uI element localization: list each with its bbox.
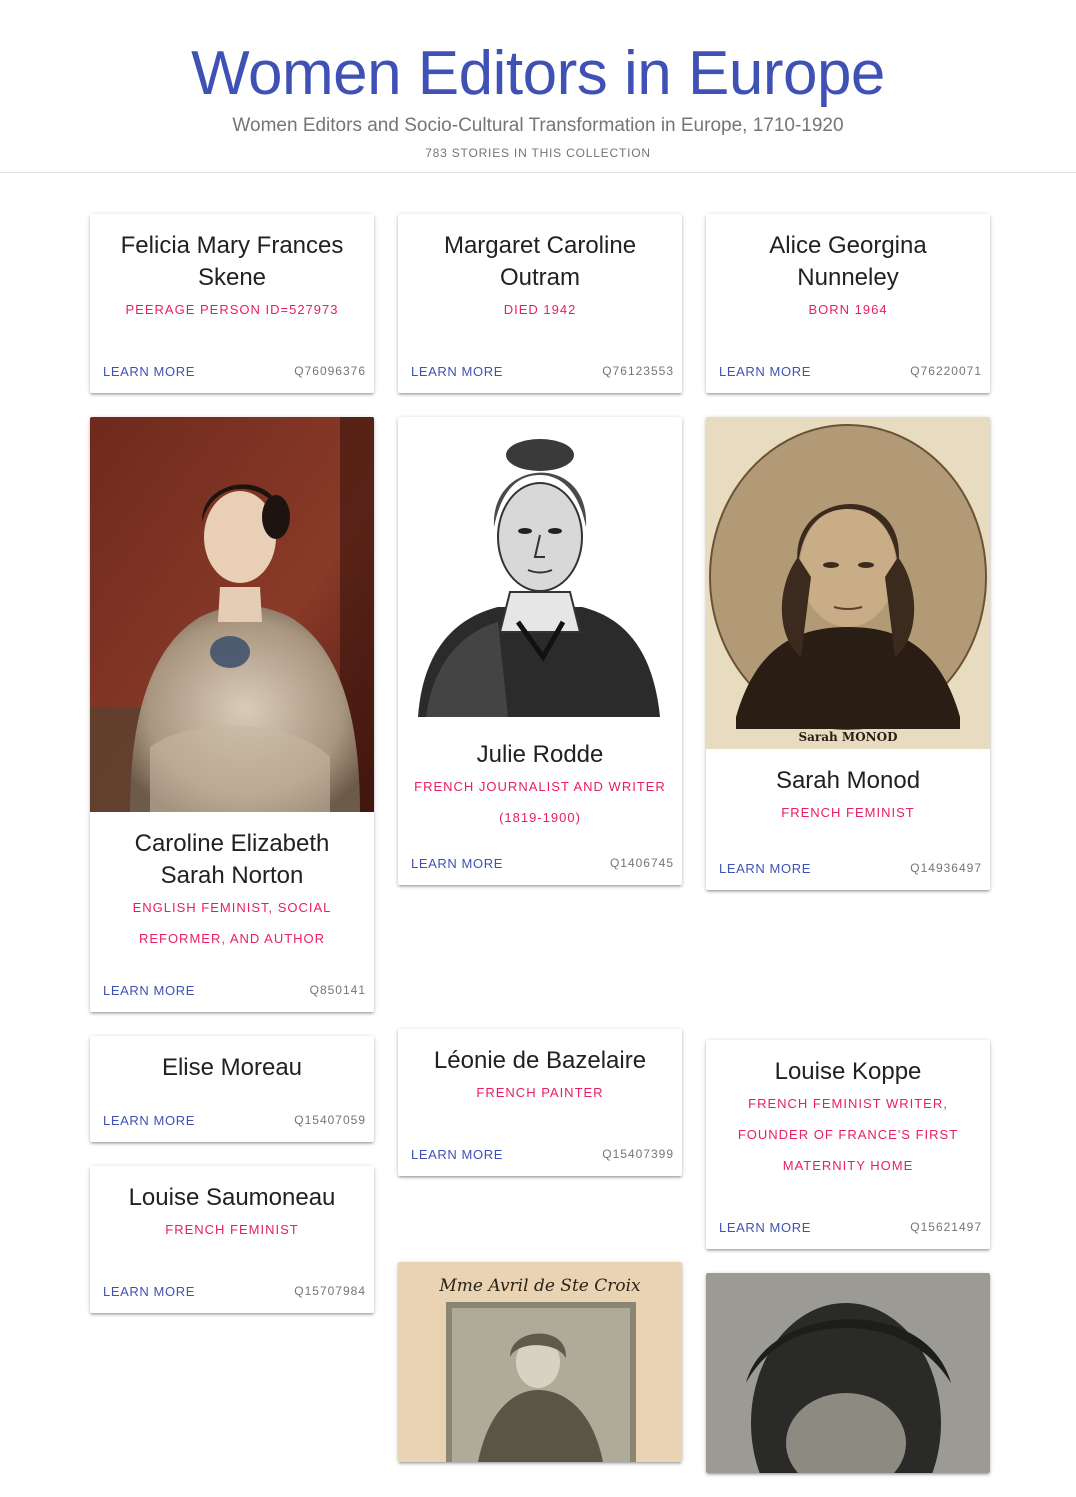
engraving-portrait — [398, 417, 682, 735]
monod-portrait-image — [706, 417, 990, 749]
card-title: Felicia Mary Frances Skene — [120, 232, 344, 291]
card-description: FRENCH FEMINIST WRITER, FOUNDER OF FRANC… — [737, 1096, 959, 1173]
card-description: PEERAGE PERSON ID=527973 — [125, 302, 339, 317]
wikidata-id: Q1406745 — [609, 856, 674, 870]
card-description: FRENCH FEMINIST — [781, 805, 915, 820]
story-card: Sarah MONOD Sarah Monod FRENCH FEMINIST … — [706, 417, 990, 890]
wikidata-id: Q850141 — [309, 983, 366, 997]
story-card: Louise Koppe FRENCH FEMINIST WRITER, FOU… — [706, 1040, 990, 1249]
learn-more-button[interactable]: LEARN MORE — [719, 861, 811, 876]
card-description: BORN 1964 — [808, 302, 888, 317]
page-header: Women Editors in Europe Women Editors an… — [0, 0, 1076, 173]
card-description: ENGLISH FEMINIST, SOCIAL REFORMER, AND A… — [132, 900, 332, 946]
learn-more-button[interactable]: LEARN MORE — [103, 1113, 195, 1128]
card-title: Louise Koppe — [774, 1058, 922, 1085]
story-card: Alice Georgina Nunneley BORN 1964 LEARN … — [706, 214, 990, 393]
card-title: Louise Saumoneau — [128, 1184, 336, 1211]
learn-more-button[interactable]: LEARN MORE — [103, 1284, 195, 1299]
learn-more-button[interactable]: LEARN MORE — [411, 1147, 503, 1162]
card-title: Margaret Caroline Outram — [443, 232, 637, 291]
story-card: Caroline Elizabeth Sarah Norton ENGLISH … — [90, 417, 374, 1012]
wikidata-id: Q14936497 — [910, 861, 982, 875]
story-count: 783 STORIES IN THIS COLLECTION — [425, 146, 651, 160]
card-title: Julie Rodde — [476, 741, 604, 768]
card-title: Elise Moreau — [161, 1054, 303, 1081]
learn-more-button[interactable]: LEARN MORE — [411, 364, 503, 379]
page-subtitle: Women Editors and Socio-Cultural Transfo… — [232, 115, 844, 136]
story-card: Julie Rodde FRENCH JOURNALIST AND WRITER… — [398, 417, 682, 885]
wikidata-id: Q15707984 — [294, 1284, 366, 1298]
story-card: Margaret Caroline Outram DIED 1942 LEARN… — [398, 214, 682, 393]
card-title: Léonie de Bazelaire — [433, 1047, 647, 1074]
wikidata-id: Q15407059 — [294, 1113, 366, 1127]
story-card: Felicia Mary Frances Skene PEERAGE PERSO… — [90, 214, 374, 393]
story-card: Mme Avril de Ste Croix — [398, 1262, 682, 1462]
card-title: Alice Georgina Nunneley — [769, 232, 927, 291]
column-2: Margaret Caroline Outram DIED 1942 LEARN… — [398, 214, 682, 1486]
card-title: Caroline Elizabeth Sarah Norton — [134, 830, 330, 889]
wikidata-id: Q76123553 — [602, 364, 674, 378]
learn-more-button[interactable]: LEARN MORE — [411, 856, 503, 871]
wikidata-id: Q15621497 — [910, 1220, 982, 1234]
learn-more-button[interactable]: LEARN MORE — [719, 1220, 811, 1235]
card-title: Sarah Monod — [775, 767, 921, 794]
column-1: Felicia Mary Frances Skene PEERAGE PERSO… — [90, 214, 374, 1337]
learn-more-button[interactable]: LEARN MORE — [103, 983, 195, 998]
column-3: Alice Georgina Nunneley BORN 1964 LEARN … — [706, 214, 990, 1497]
image-caption: Mme Avril de Ste Croix — [439, 1276, 641, 1296]
story-card: Elise Moreau LEARN MORE Q15407059 — [90, 1036, 374, 1142]
card-description: FRENCH FEMINIST — [165, 1222, 299, 1237]
norton-portrait-image — [90, 417, 374, 812]
story-card: Léonie de Bazelaire FRENCH PAINTER LEARN… — [398, 1029, 682, 1176]
card-description: FRENCH JOURNALIST AND WRITER (1819-1900) — [414, 779, 666, 825]
card-description: DIED 1942 — [503, 302, 577, 317]
wikidata-id: Q76220071 — [910, 364, 982, 378]
learn-more-button[interactable]: LEARN MORE — [719, 364, 811, 379]
learn-more-button[interactable]: LEARN MORE — [103, 364, 195, 379]
rodde-portrait-image — [398, 417, 682, 735]
wikidata-id: Q15407399 — [602, 1147, 674, 1161]
photo-portrait: Sarah MONOD — [706, 417, 990, 749]
photo-portrait — [706, 1273, 990, 1473]
portrait-painting — [90, 417, 374, 812]
photo-portrait: Mme Avril de Ste Croix — [398, 1262, 682, 1462]
story-card: Louise Saumoneau FRENCH FEMINIST LEARN M… — [90, 1166, 374, 1313]
portrait-image — [706, 1273, 990, 1473]
page-title: Women Editors in Europe — [191, 39, 885, 108]
card-description: FRENCH PAINTER — [476, 1085, 604, 1100]
wikidata-id: Q76096376 — [294, 364, 366, 378]
story-card — [706, 1273, 990, 1473]
image-caption: Sarah MONOD — [798, 730, 898, 744]
